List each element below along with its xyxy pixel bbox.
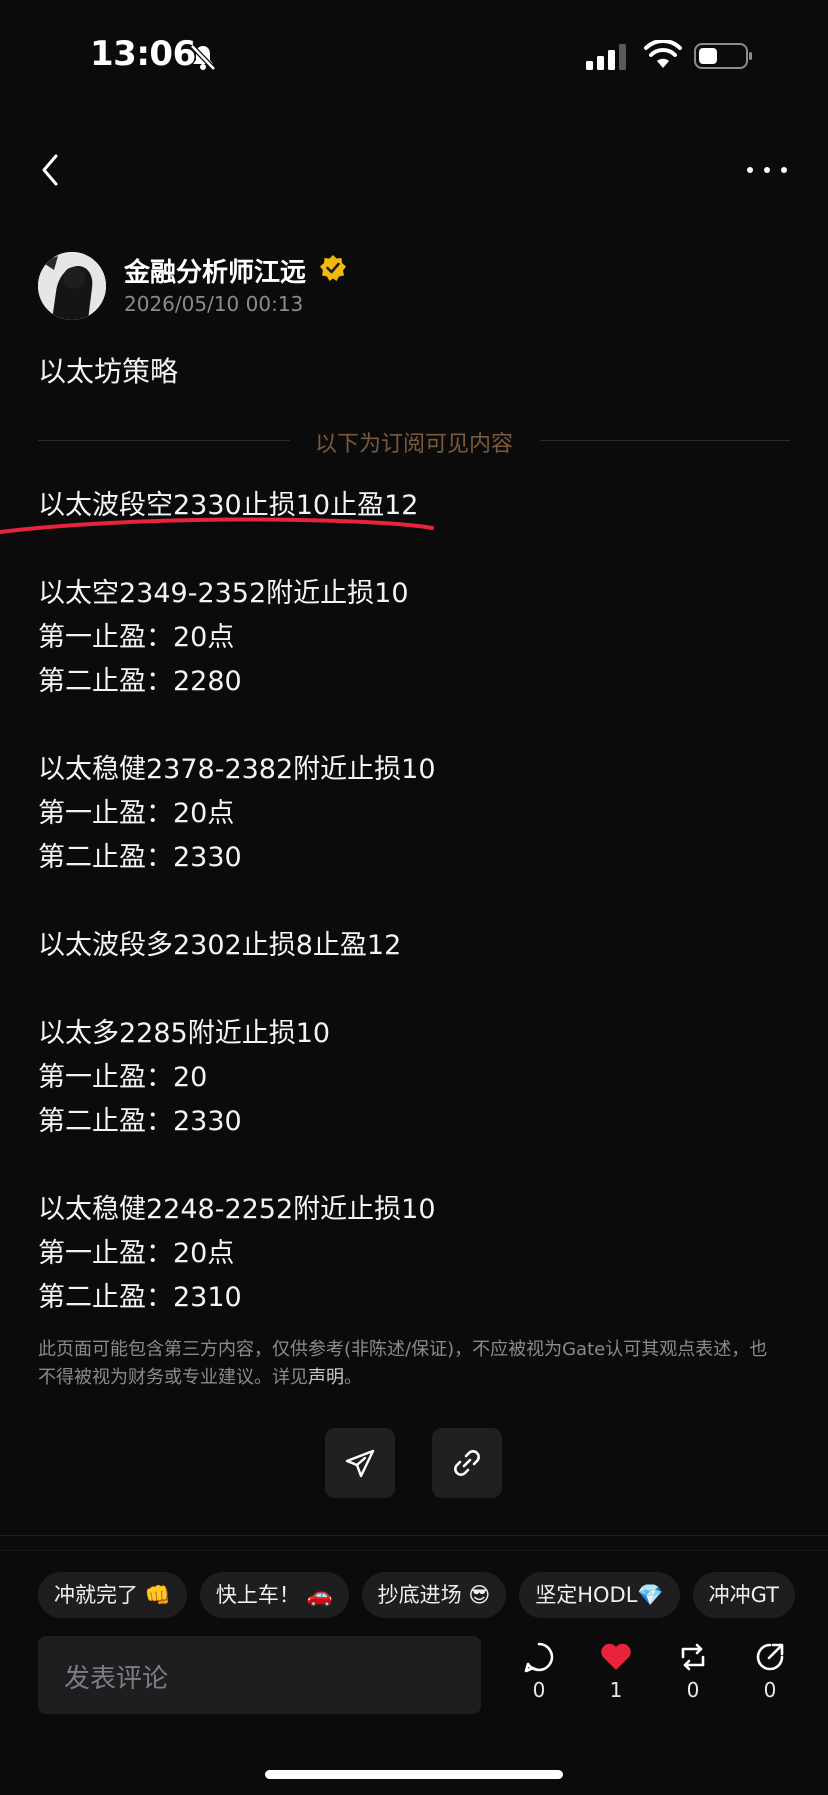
post-title: 以太坊策略 [38,355,179,388]
content-line: 第一止盈：20点 [38,798,235,829]
like-action[interactable]: 1 [591,1640,641,1720]
content-line: 以太稳健2248-2252附近止损10 [38,1194,436,1225]
disclaimer: 此页面可能包含第三方内容，仅供参考(非陈述/保证)，不应被视为Gate认可其观点… [38,1336,778,1392]
section-separator [0,1535,828,1536]
content-line: 以太稳健2378-2382附近止损10 [38,754,436,785]
repost-icon [681,1643,705,1671]
bell-off-icon [190,44,216,71]
send-icon [345,1449,375,1478]
content-line: 第一止盈：20点 [38,622,235,653]
repost-action[interactable]: 0 [668,1640,718,1720]
comment-placeholder: 发表评论 [64,1664,169,1694]
quick-reply-chip[interactable]: 快上车！ 🚗 [199,1572,349,1618]
disclaimer-link[interactable]: 声明 [308,1367,344,1388]
share-count: 0 [763,1678,777,1702]
nav-bar [0,140,828,200]
status-bar: 13:06 [0,0,828,110]
comment-icon [524,1642,554,1673]
status-time: 13:06 [90,34,196,74]
content-line: 第一止盈：20点 [38,1238,235,1269]
content-line: 以太多2285附近止损10 [38,1018,331,1049]
share-action[interactable]: 0 [745,1640,795,1720]
post-timestamp: 2026/05/10 00:13 [124,292,304,316]
comment-input[interactable]: 发表评论 [38,1636,481,1714]
copy-link-button[interactable] [432,1428,502,1498]
battery-icon [694,43,752,69]
comment-action[interactable]: 0 [514,1640,564,1720]
content-gap [38,1144,798,1188]
comment-count: 0 [532,1678,546,1702]
home-indicator[interactable] [265,1770,563,1779]
content-line: 第一止盈：20 [38,1062,208,1093]
repost-count: 0 [686,1678,700,1702]
verified-icon [320,255,346,281]
disclaimer-end: 。 [344,1367,362,1388]
back-icon[interactable] [36,150,66,190]
like-count: 1 [609,1678,623,1702]
post-content: 以太波段空2330止损10止盈12 以太空2349-2352附近止损10 第一止… [38,484,798,1320]
subscription-divider: 以下为订阅可见内容 [38,426,790,457]
heart-icon [601,1643,631,1670]
disclaimer-text: 此页面可能包含第三方内容，仅供参考(非陈述/保证)，不应被视为Gate认可其观点… [38,1339,768,1388]
content-line: 第二止盈：2280 [38,666,242,697]
content-line: 以太波段多2302止损8止盈12 [38,930,402,961]
author-block: 金融分析师江远 2026/05/10 00:13 [38,252,798,322]
avatar-image [38,252,106,320]
red-underline-annotation [0,517,434,534]
content-line: 以太空2349-2352附近止损10 [38,578,409,609]
avatar[interactable] [38,252,106,320]
content-line: 第二止盈：2310 [38,1282,242,1313]
link-icon [454,1450,480,1476]
subscription-divider-label: 以下为订阅可见内容 [314,432,513,457]
quick-reply-chip[interactable]: 抄底进场 😎 [361,1572,507,1618]
content-line: 第二止盈：2330 [38,842,242,873]
section-separator [0,1550,828,1551]
content-gap [38,968,798,1012]
content-gap [38,704,798,748]
wifi-icon [644,40,682,68]
quick-reply-chip[interactable]: 冲就完了 👊 [38,1572,187,1618]
quick-reply-chip[interactable]: 坚定HODL💎 [519,1572,680,1618]
quick-reply-row: 冲就完了 👊 快上车！ 🚗 抄底进场 😎 坚定HODL💎 冲冲GT [38,1572,828,1618]
signal-icon [586,44,626,70]
more-icon[interactable] [745,160,789,180]
content-line: 第二止盈：2330 [38,1106,242,1137]
content-gap [38,880,798,924]
quick-reply-chip[interactable]: 冲冲GT [692,1572,795,1618]
send-button[interactable] [325,1428,395,1498]
author-name[interactable]: 金融分析师江远 [124,252,306,289]
share-icon [756,1643,784,1671]
divider-line-right [540,440,790,441]
